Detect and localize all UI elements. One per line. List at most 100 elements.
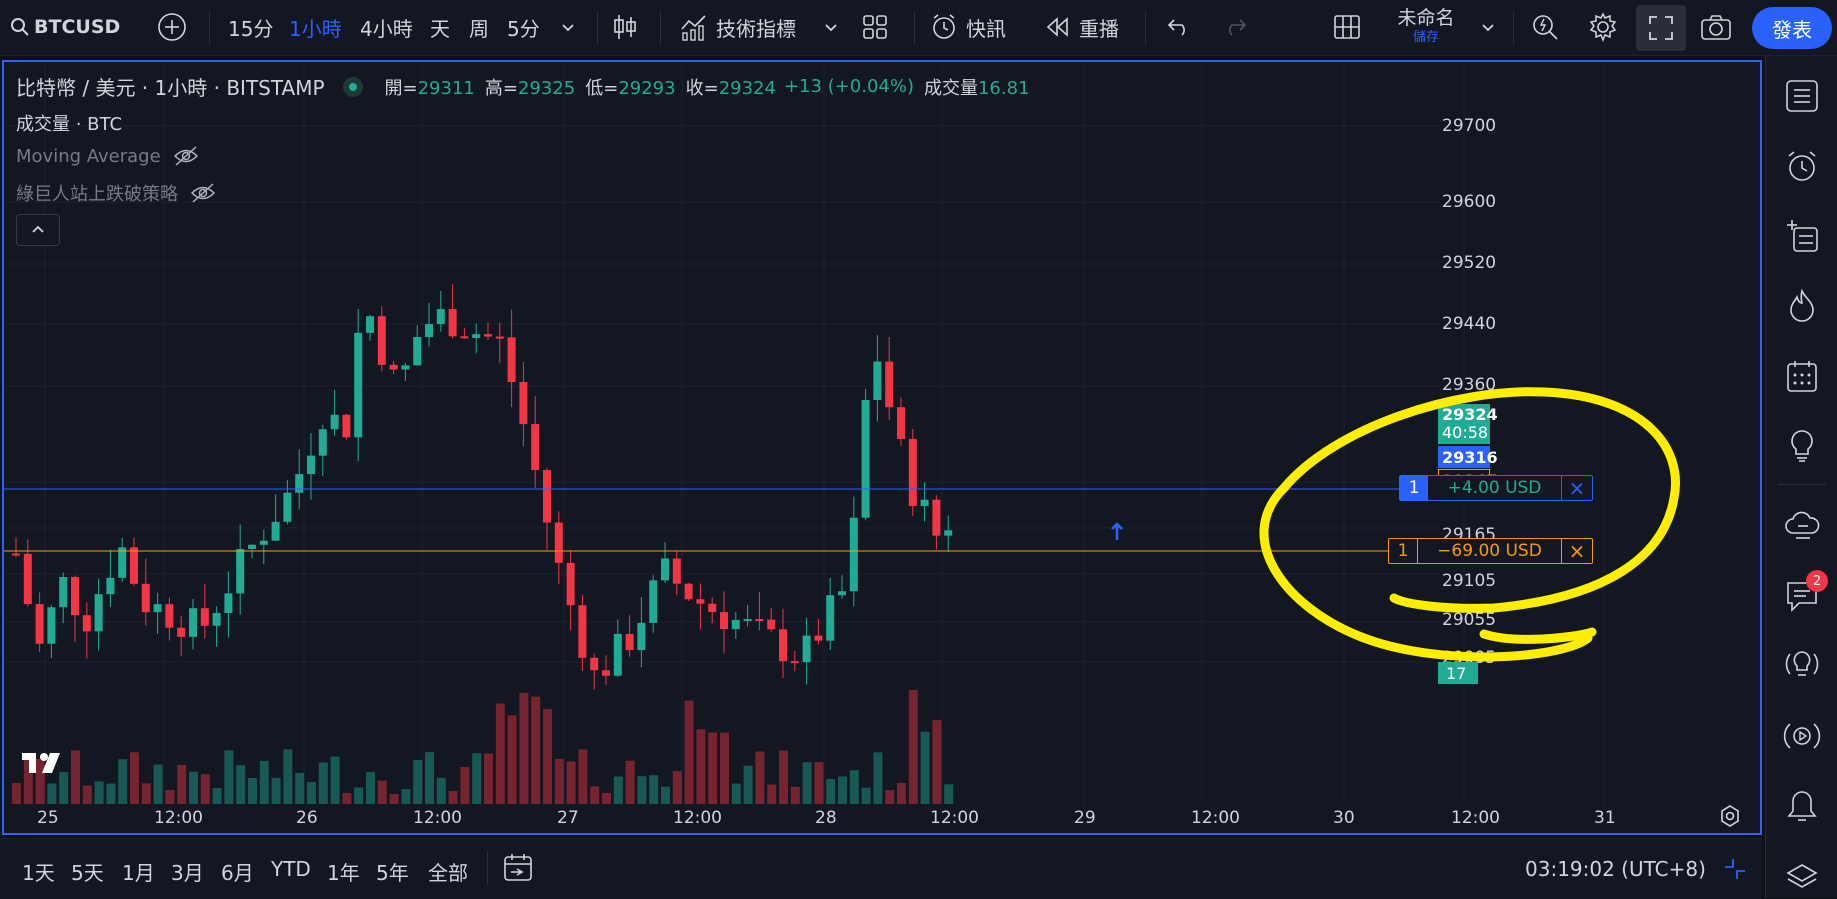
volume-bar xyxy=(755,751,765,804)
alert-button[interactable]: 快訊 xyxy=(930,12,1006,42)
volume-bar xyxy=(153,764,163,804)
notifications-button[interactable] xyxy=(1780,784,1824,828)
sidebar-separator xyxy=(1778,484,1826,485)
candle-body xyxy=(495,336,504,339)
tradingview-logo[interactable] xyxy=(20,750,70,780)
fullscreen-button[interactable] xyxy=(1636,5,1686,51)
candle-body xyxy=(755,619,764,622)
redo-button[interactable] xyxy=(1222,12,1248,42)
volume-bar xyxy=(495,703,505,804)
candle-body xyxy=(448,309,457,337)
layout-dropdown[interactable] xyxy=(1480,12,1496,42)
range-5d[interactable]: 5天 xyxy=(71,857,104,886)
volume-bar xyxy=(720,732,729,804)
indicators-button[interactable]: 技術指標 xyxy=(680,12,796,42)
range-1y[interactable]: 1年 xyxy=(327,857,360,886)
volume-bar xyxy=(448,790,458,804)
calendar-button[interactable] xyxy=(1780,354,1824,398)
range-all[interactable]: 全部 xyxy=(428,857,468,886)
highlight-ellipse-drawing[interactable] xyxy=(1244,368,1704,708)
chart-pane[interactable]: 比特幣 / 美元 · 1小時 · BITSTAMP 開=29311 高=2932… xyxy=(2,60,1762,835)
range-1m[interactable]: 1月 xyxy=(122,857,155,886)
range-6m[interactable]: 6月 xyxy=(221,857,254,886)
collapse-legend-button[interactable] xyxy=(16,214,60,246)
maximize-panel-button[interactable] xyxy=(1723,857,1747,885)
screenshot-button[interactable] xyxy=(1700,12,1732,42)
camera-icon xyxy=(1700,13,1732,41)
range-5y[interactable]: 5年 xyxy=(376,857,409,886)
axis-settings-button[interactable] xyxy=(1718,804,1742,832)
range-1d[interactable]: 1天 xyxy=(22,857,55,886)
undo-button[interactable] xyxy=(1166,12,1192,42)
layout-grid-button[interactable] xyxy=(1333,12,1361,42)
legend-title[interactable]: 比特幣 / 美元 · 1小時 · BITSTAMP xyxy=(16,72,325,101)
volume-bar xyxy=(484,753,493,804)
legend-open: 開=29311 xyxy=(384,77,475,99)
candle-body xyxy=(708,603,717,613)
quick-search-button[interactable] xyxy=(1531,12,1559,42)
eye-hidden-icon[interactable] xyxy=(190,182,216,204)
alerts-button[interactable] xyxy=(1780,144,1824,188)
interval-15m[interactable]: 15分 xyxy=(228,12,273,42)
candle-body xyxy=(484,334,492,337)
streams-button[interactable] xyxy=(1780,714,1824,758)
publish-button[interactable]: 發表 xyxy=(1752,7,1832,49)
candle-body xyxy=(248,544,256,550)
interval-1w[interactable]: 周 xyxy=(469,12,489,42)
interval-1h[interactable]: 1小時 xyxy=(289,12,342,42)
goto-date-button[interactable] xyxy=(503,853,535,887)
volume-bar xyxy=(932,720,942,804)
quick-search-icon xyxy=(1531,13,1559,41)
intervals-dropdown[interactable] xyxy=(560,12,576,42)
hotlist-button[interactable] xyxy=(1780,284,1824,328)
candle-body xyxy=(731,619,740,630)
candle-body xyxy=(696,599,705,604)
messages-button[interactable]: 2 xyxy=(1780,570,1828,618)
chart-type-button[interactable] xyxy=(612,12,638,42)
layers-button[interactable] xyxy=(1780,856,1824,896)
time-tick: 12:00 xyxy=(413,808,462,828)
layout-grid-icon xyxy=(1333,13,1361,41)
idea-stream-button[interactable] xyxy=(1780,644,1824,688)
range-3m[interactable]: 3月 xyxy=(171,857,204,886)
cloud-chat-icon xyxy=(1784,509,1820,543)
study-moving-average[interactable]: Moving Average xyxy=(16,145,199,167)
replay-button[interactable]: 重播 xyxy=(1045,12,1119,42)
interval-4h[interactable]: 4小時 xyxy=(360,12,413,42)
templates-button[interactable] xyxy=(862,12,888,42)
ideas-button[interactable] xyxy=(1780,424,1824,468)
rewind-icon xyxy=(1045,16,1071,38)
study-strategy[interactable]: 綠巨人站上跌破策略 xyxy=(16,180,216,206)
interval-1d[interactable]: 天 xyxy=(430,12,450,42)
compare-button[interactable] xyxy=(157,12,187,42)
volume-bar xyxy=(342,793,352,804)
indicators-dropdown[interactable] xyxy=(823,12,839,42)
price-tick: 29520 xyxy=(1442,253,1497,273)
interval-5m[interactable]: 5分 xyxy=(507,12,540,42)
candle-body xyxy=(531,424,540,471)
chats-button[interactable] xyxy=(1780,504,1824,548)
volume-bar xyxy=(873,752,883,804)
volume-study-title[interactable]: 成交量 · BTC xyxy=(16,110,122,136)
buy-arrow-icon xyxy=(1111,522,1123,540)
time-tick: 12:00 xyxy=(673,808,722,828)
candle-body xyxy=(920,499,929,507)
volume-bar xyxy=(248,777,257,804)
watchlist-button[interactable] xyxy=(1780,74,1824,118)
grid-icon xyxy=(862,14,888,40)
clock-timezone[interactable]: 03:19:02 (UTC+8) xyxy=(1525,857,1706,881)
eye-hidden-icon[interactable] xyxy=(173,145,199,167)
symbol-search[interactable]: BTCUSD xyxy=(10,12,120,42)
volume-bar xyxy=(602,793,611,804)
object-tree-button[interactable] xyxy=(1780,214,1824,258)
range-ytd[interactable]: YTD xyxy=(271,857,311,881)
time-axis[interactable]: 25 12:00 26 12:00 27 12:00 28 12:00 29 1… xyxy=(4,804,1760,832)
chevron-down-icon xyxy=(823,19,839,35)
volume-bar xyxy=(236,765,246,804)
layout-name-button[interactable]: 未命名 儲存 xyxy=(1392,6,1460,50)
volume-bar xyxy=(259,760,269,804)
gear-icon xyxy=(1588,12,1618,42)
settings-button[interactable] xyxy=(1588,12,1618,42)
volume-bar xyxy=(425,752,434,804)
price-tick: 29440 xyxy=(1442,314,1497,334)
